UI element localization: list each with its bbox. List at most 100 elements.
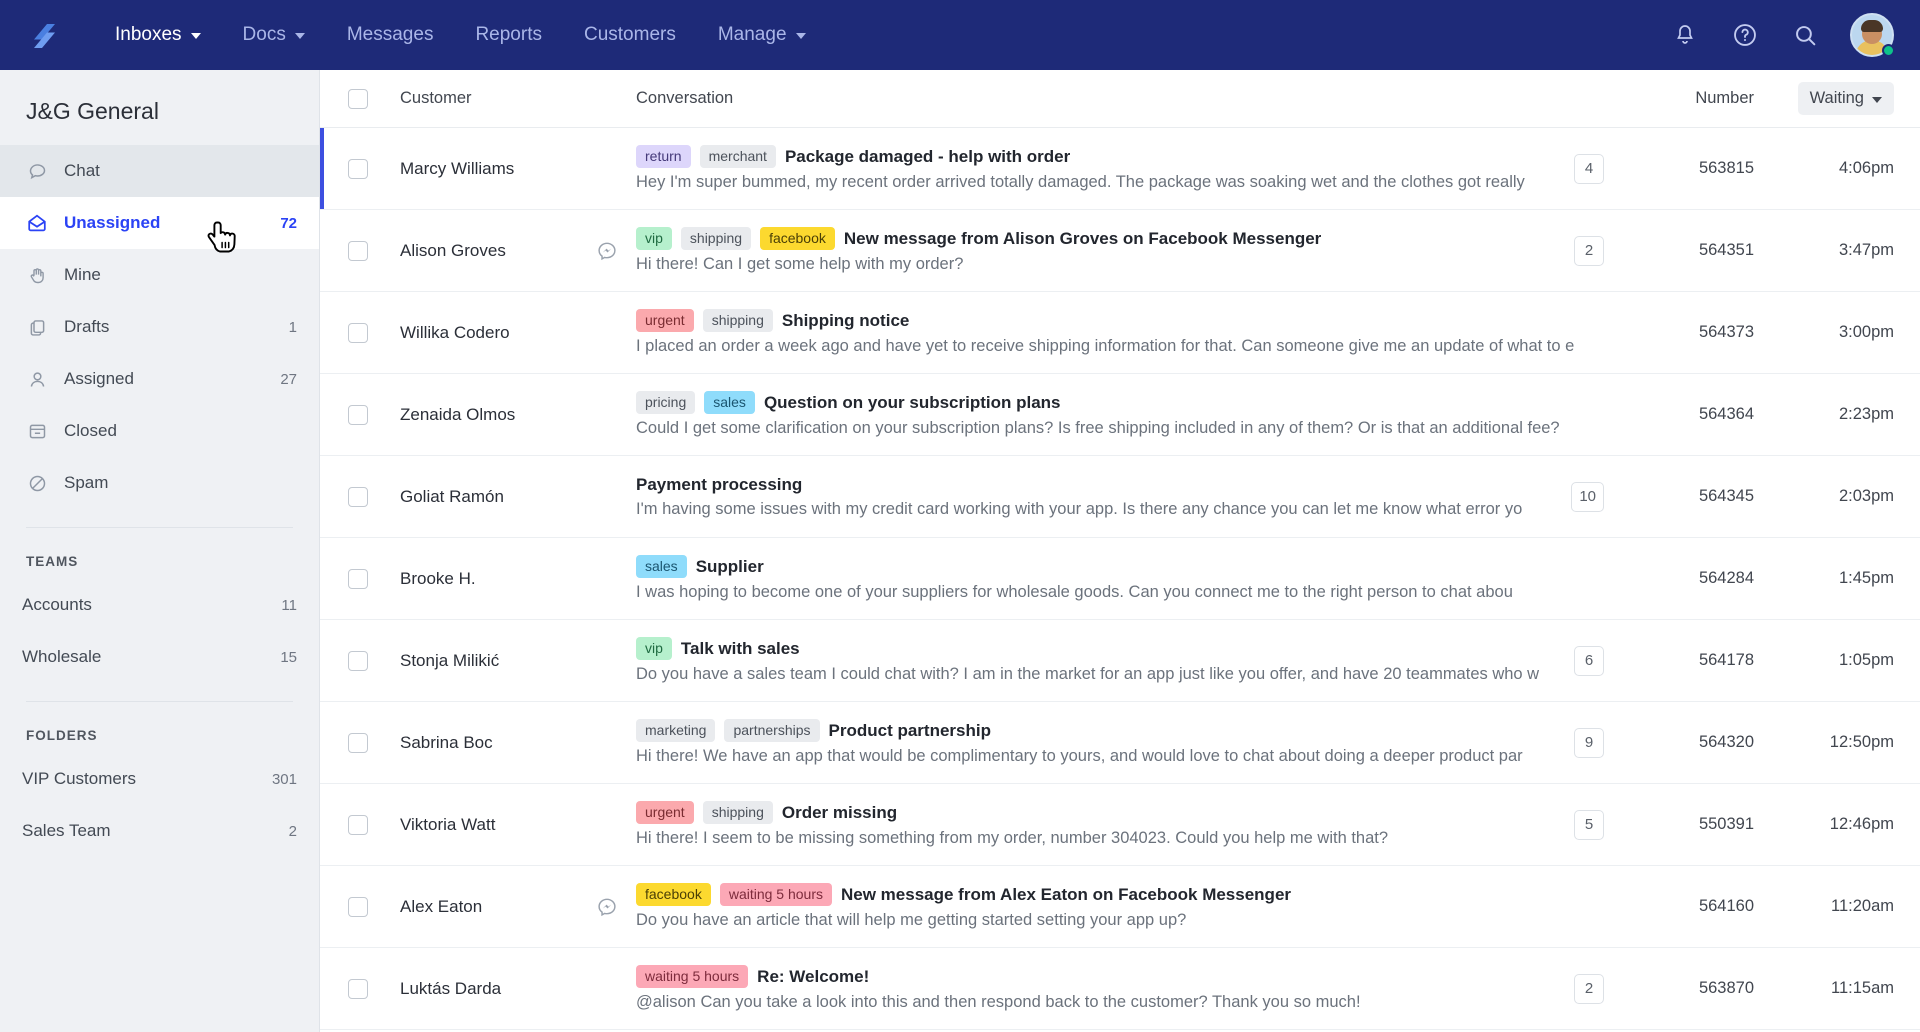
sidebar-item-chat[interactable]: Chat [0, 145, 319, 197]
select-all-checkbox[interactable] [348, 88, 368, 109]
conversation-tag[interactable]: partnerships [724, 718, 820, 743]
conversation-tag[interactable]: shipping [680, 226, 752, 251]
conversation-cell: pricing sales Question on your subscriptio… [636, 374, 1604, 455]
nav-item-customers[interactable]: Customers [563, 14, 697, 56]
help-icon[interactable] [1730, 20, 1760, 50]
conversation-tag[interactable]: shipping [702, 800, 773, 825]
conversation-tag[interactable]: marketing [636, 718, 716, 743]
table-row[interactable]: Viktoria Watt urgent shipping Order missing… [320, 784, 1920, 866]
row-select-checkbox[interactable] [348, 650, 368, 671]
conversation-tag[interactable]: vip [636, 636, 672, 661]
sidebar-item-unassigned[interactable]: Unassigned 72 [0, 197, 319, 249]
row-select-checkbox[interactable] [348, 732, 368, 753]
conversation-tag[interactable]: sales [704, 390, 755, 415]
conversation-number: 564178 [1698, 651, 1754, 669]
sidebar-folder-vip-customers[interactable]: VIP Customers 301 [0, 753, 319, 805]
conversation-time: 1:05pm [1838, 651, 1894, 669]
helpscout-logo[interactable] [22, 12, 68, 58]
sidebar-team-wholesale[interactable]: Wholesale 15 [0, 631, 319, 683]
conversation-preview: Do you have an article that will help me… [636, 911, 1187, 930]
row-select-checkbox[interactable] [348, 486, 368, 507]
header-number: Number [1695, 89, 1754, 107]
number-cell: 550391 [1604, 784, 1754, 865]
customer-name: Brooke H. [400, 568, 476, 588]
number-cell: 564364 [1604, 374, 1754, 455]
chevron-down-icon [190, 33, 201, 39]
customer-cell: Zenaida Olmos [368, 374, 636, 455]
time-cell: 4:06pm [1754, 128, 1894, 209]
table-row[interactable]: Sabrina Boc marketing partnerships Product … [320, 702, 1920, 784]
nav-item-reports[interactable]: Reports [454, 14, 563, 56]
conversation-tag[interactable]: waiting 5 hours [719, 882, 832, 907]
sidebar-item-mine[interactable]: Mine [0, 249, 319, 301]
table-header-row: Customer Conversation Number Waiting [320, 70, 1920, 128]
row-select-checkbox[interactable] [348, 158, 368, 179]
conversation-tag[interactable]: facebook [636, 882, 711, 907]
sort-waiting-dropdown[interactable]: Waiting [1797, 82, 1894, 115]
chevron-down-icon [795, 33, 806, 39]
conversation-tag[interactable]: return [636, 144, 691, 169]
sidebar-heading-teams: TEAMS [26, 554, 79, 569]
search-icon[interactable] [1790, 20, 1820, 50]
conversation-cell: urgent shipping Shipping notice I placed an… [636, 292, 1604, 373]
table-row[interactable]: Brooke H. sales Supplier I was hoping to be… [320, 538, 1920, 620]
nav-item-manage[interactable]: Manage [697, 14, 827, 56]
table-row[interactable]: Marcy Williams return merchant Package dama… [320, 128, 1920, 210]
conversation-tag[interactable]: pricing [636, 390, 696, 415]
sidebar: J&G General Chat Unassigned 72 Mine Draf… [0, 70, 320, 1032]
sidebar-item-closed[interactable]: Closed [0, 405, 319, 457]
conversation-tag[interactable]: shipping [702, 308, 773, 333]
sidebar-item-spam[interactable]: Spam [0, 457, 319, 509]
conversation-tag[interactable]: urgent [636, 308, 694, 333]
conversation-tag[interactable]: sales [636, 554, 687, 579]
messenger-icon [596, 240, 618, 262]
table-row[interactable]: Alison Groves vip shipping facebook New mess… [320, 210, 1920, 292]
conversation-tag[interactable]: merchant [699, 144, 776, 169]
archive-icon [26, 420, 48, 442]
message-count-badge: 5 [1574, 809, 1604, 840]
row-select-checkbox[interactable] [348, 240, 368, 261]
bell-icon[interactable] [1670, 20, 1700, 50]
sidebar-folder-sales-team[interactable]: Sales Team 2 [0, 805, 319, 857]
number-cell: 564320 [1604, 702, 1754, 783]
row-select-checkbox[interactable] [348, 322, 368, 343]
number-cell: 564178 [1604, 620, 1754, 701]
row-select-checkbox[interactable] [348, 814, 368, 835]
table-row[interactable]: Luktás Darda waiting 5 hours Re: Welcome! @… [320, 948, 1920, 1030]
nav-item-messages[interactable]: Messages [326, 14, 455, 56]
row-checkbox-cell [348, 866, 368, 947]
conversation-number: 563815 [1698, 159, 1754, 177]
chat-bubble-icon [26, 160, 48, 182]
message-count-badge: 2 [1574, 235, 1604, 266]
table-row[interactable]: Alex Eaton facebook waiting 5 hours New mes… [320, 866, 1920, 948]
table-row[interactable]: Goliat Ramón Payment processing I'm having… [320, 456, 1920, 538]
conversation-time: 12:50pm [1829, 733, 1894, 751]
conversation-tag[interactable]: waiting 5 hours [636, 964, 749, 989]
conversation-preview: Hi there! We have an app that would be c… [636, 747, 1523, 766]
avatar[interactable] [1850, 13, 1895, 57]
table-row[interactable]: Zenaida Olmos pricing sales Question on you… [320, 374, 1920, 456]
sidebar-item-assigned[interactable]: Assigned 27 [0, 353, 319, 405]
customer-cell: Stonja Milikić [368, 620, 636, 701]
sidebar-item-label: Closed [64, 421, 117, 440]
table-row[interactable]: Willika Codero urgent shipping Shipping not… [320, 292, 1920, 374]
conversation-time: 3:00pm [1838, 323, 1894, 341]
row-select-checkbox[interactable] [348, 978, 368, 999]
nav-item-docs[interactable]: Docs [222, 14, 326, 56]
sidebar-item-drafts[interactable]: Drafts 1 [0, 301, 319, 353]
message-count-badge: 6 [1574, 645, 1604, 676]
conversation-tag[interactable]: facebook [760, 226, 835, 251]
sidebar-team-accounts[interactable]: Accounts 11 [0, 579, 319, 631]
row-select-checkbox[interactable] [348, 404, 368, 425]
row-select-checkbox[interactable] [348, 568, 368, 589]
customer-cell: Marcy Williams [368, 128, 636, 209]
row-select-checkbox[interactable] [348, 896, 368, 917]
sidebar-team-count: 15 [280, 648, 297, 666]
conversation-tag[interactable]: urgent [636, 800, 694, 825]
nav-item-inboxes[interactable]: Inboxes [94, 14, 222, 56]
table-row[interactable]: Stonja Milikić vip Talk with sales Do you h… [320, 620, 1920, 702]
time-cell: 12:50pm [1754, 702, 1894, 783]
conversation-tag[interactable]: vip [636, 226, 672, 251]
conversation-subject: Question on your subscription plans [763, 392, 1061, 412]
nav-item-label: Customers [583, 24, 676, 45]
